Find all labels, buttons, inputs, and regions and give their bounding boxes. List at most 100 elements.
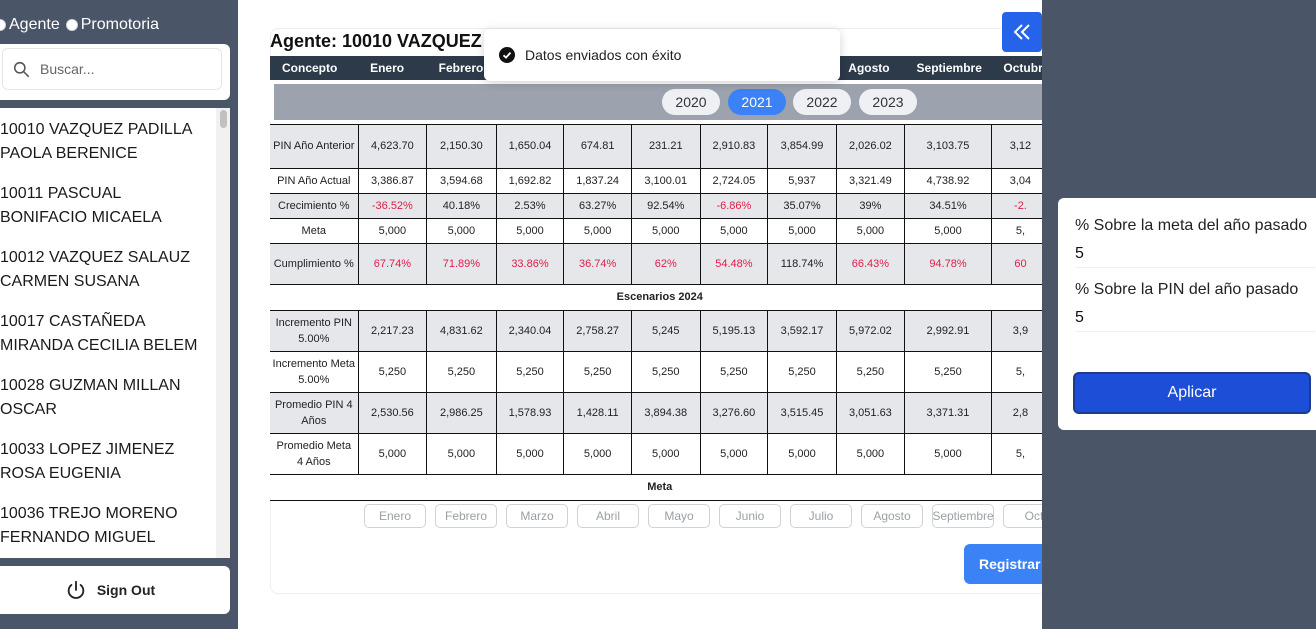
agent-name-line1[interactable]: 10028 GUZMAN MILLAN [0,374,210,398]
agent-name-line2[interactable]: PAOLA BERENICE [0,142,210,166]
table-row: Promedio Meta 4 Años 5,000 5,000 5,000 5,000… [270,433,1042,475]
agent-name-line1[interactable]: 10012 VAZQUEZ SALAUZ [0,246,210,270]
radio-agente-label[interactable]: Agente [9,16,60,34]
table-cell: 2.53% [496,193,565,219]
radio-agente-dot[interactable] [0,19,6,31]
agent-list-item[interactable]: 10010 VAZQUEZ PADILLA PAOLA BERENICE [0,116,210,180]
double-chevron-left-icon [1013,24,1030,40]
year-pill-2022[interactable]: 2022 [793,89,851,115]
agent-name-line1[interactable]: 10011 PASCUAL [0,182,210,206]
meta-month-input[interactable]: Marzo [506,504,568,528]
agent-list-item[interactable]: 10017 CASTAÑEDA MIRANDA CECILIA BELEM [0,308,210,372]
apply-button[interactable]: Aplicar [1073,372,1311,414]
toast-message: Datos enviados con éxito [525,47,682,63]
meta-month-input[interactable]: Junio [719,504,781,528]
agent-list-item[interactable]: 10011 PASCUAL BONIFACIO MICAELA [0,180,210,244]
table-cell: 5,000 [496,433,565,475]
table-cell: 231.21 [631,124,701,169]
table-body: PIN Año Anterior 4,623.70 2,150.30 1,650.04… [270,80,1042,501]
agent-list-item[interactable]: 10012 VAZQUEZ SALAUZ CARMEN SUSANA [0,244,210,308]
meta-month-input[interactable]: Agosto [861,504,923,528]
agent-name-line1[interactable]: 10033 LOPEZ JIMENEZ [0,438,210,462]
meta-month-input[interactable]: Enero [364,504,426,528]
table-cell: 1,428.11 [563,392,632,434]
agent-list-item[interactable]: 10028 GUZMAN MILLAN OSCAR [0,372,210,436]
table-cell: 5, [991,218,1042,244]
table-cell: 5,195.13 [700,310,769,352]
table-cell: 674.81 [563,124,632,169]
table-cell: 3,592.17 [767,310,837,352]
settings-panel: % Sobre la meta del año pasado % Sobre l… [1042,0,1316,629]
year-pill-2021[interactable]: 2021 [728,89,786,115]
agent-name-line2[interactable]: BONIFACIO MICAELA [0,206,210,230]
radio-agente[interactable]: Agente [0,16,60,34]
table-cell: 5,000 [767,433,837,475]
table-cell: 2,758.27 [563,310,632,352]
metrics-table-area: ConceptoEneroFebreroMarzoAbrilMayoJunioJ… [270,56,1042,501]
search-field[interactable] [2,48,222,90]
table-cell: 5,250 [631,351,701,393]
row-concept: Meta [270,218,359,244]
year-pill-2023[interactable]: 2023 [859,89,917,115]
meta-month-input[interactable]: Julio [790,504,852,528]
table-row: Incremento PIN 5.00% 2,217.23 4,831.62 2,34… [270,310,1042,352]
table-cell: 4,623.70 [358,124,428,169]
table-cell: 5, [991,351,1042,393]
row-concept: Cumplimiento % [270,243,359,285]
column-header: Concepto [270,56,359,80]
radio-promotoria[interactable]: Promotoria [65,16,159,34]
meta-month-input[interactable]: Septiembre [932,504,994,528]
meta-month-input[interactable]: Abril [577,504,639,528]
table-cell: 5,000 [904,433,992,475]
agent-list: 10010 VAZQUEZ PADILLA PAOLA BERENICE 10011… [0,108,210,558]
row-concept: PIN Año Actual [270,168,359,194]
table-cell: 3,386.87 [358,168,428,194]
agent-name-line1[interactable]: 10010 VAZQUEZ PADILLA [0,118,210,142]
agent-name-line1[interactable]: 10036 TREJO MORENO [0,502,210,526]
settings-card: % Sobre la meta del año pasado % Sobre l… [1058,198,1316,430]
row-concept: PIN Año Anterior [270,124,359,169]
meta-month-input[interactable]: Febrero [435,504,497,528]
register-button[interactable]: Registrar [964,544,1042,584]
row-concept: Promedio Meta 4 Años [270,433,359,475]
table-row: PIN Año Actual 3,386.87 3,594.68 1,692.82 1,… [270,168,1042,194]
search-input[interactable] [40,61,200,77]
column-header: Octubre [991,56,1042,80]
agent-list-scroll-thumb[interactable] [220,110,227,128]
table-cell: 66.43% [836,243,906,285]
sign-out-label[interactable]: Sign Out [97,582,155,598]
meta-percent-input[interactable] [1075,240,1315,268]
collapse-panel-button[interactable] [1002,12,1042,52]
agent-list-item[interactable]: 10033 LOPEZ JIMENEZ ROSA EUGENIA [0,436,210,500]
radio-promotoria-dot[interactable] [65,19,78,31]
agent-name-line2[interactable]: ROSA EUGENIA [0,462,210,486]
radio-promotoria-label[interactable]: Promotoria [81,16,159,34]
agent-name-line2[interactable]: MIRANDA CECILIA BELEM [0,334,210,358]
meta-month-input[interactable]: Oct [1003,504,1042,528]
table-cell: 1,650.04 [496,124,565,169]
column-header: Septiembre [904,56,992,80]
agent-list-scrollbar[interactable] [216,108,230,558]
table-cell: 5,000 [836,433,906,475]
table-cell: 36.74% [563,243,632,285]
agent-name-line2[interactable]: OSCAR [0,398,210,422]
year-selector-bar: 2020 2021 2022 2023 [274,84,1042,120]
table-cell: 2,8 [991,392,1042,434]
agent-name-line2[interactable]: CARMEN SUSANA [0,270,210,294]
sign-out-button[interactable]: Sign Out [0,566,230,614]
section-row: Escenarios 2024 [270,284,1042,311]
year-pill-2020[interactable]: 2020 [662,89,720,115]
table-cell: 5,000 [358,433,428,475]
meta-month-input[interactable]: Mayo [648,504,710,528]
agent-list-item[interactable]: 10036 TREJO MORENO FERNANDO MIGUEL [0,500,210,558]
agent-name-line2[interactable]: FERNANDO MIGUEL [0,526,210,550]
table-cell: 3,04 [991,168,1042,194]
table-cell: 5,250 [563,351,632,393]
table-cell: 3,371.31 [904,392,992,434]
table-cell: 5,000 [836,218,906,244]
table-cell: 5,000 [358,218,428,244]
pin-percent-input[interactable] [1075,304,1315,332]
agent-name-line1[interactable]: 10017 CASTAÑEDA [0,310,210,334]
table-cell: 54.48% [700,243,769,285]
page-title: Agente: 10010 VAZQUEZ PADILLA PAOLA BERE… [270,31,486,51]
